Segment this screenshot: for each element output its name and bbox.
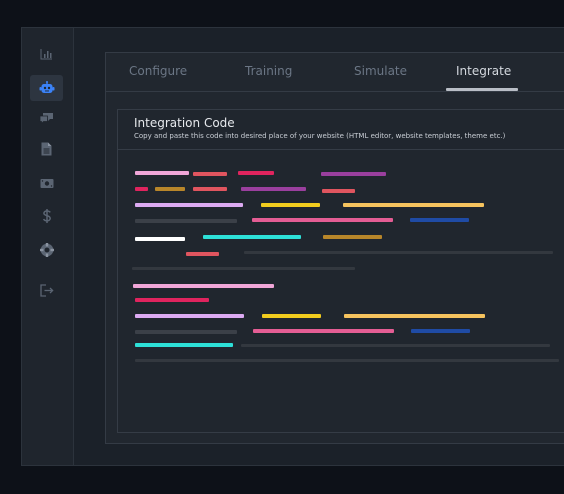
code-token [193, 172, 227, 176]
code-token [241, 344, 550, 347]
code-token [135, 219, 237, 223]
sidebar [22, 28, 74, 465]
code-token [155, 187, 185, 191]
lifebuoy-icon [39, 243, 54, 257]
sidebar-item-support[interactable] [30, 237, 63, 263]
integration-title: Integration Code [134, 116, 235, 130]
code-token [135, 343, 233, 347]
code-token [343, 203, 484, 207]
document-icon [41, 142, 52, 156]
code-token [261, 203, 320, 207]
sidebar-item-bots[interactable] [30, 75, 63, 101]
code-token [186, 252, 219, 256]
code-token [253, 329, 394, 333]
active-tab-indicator [446, 88, 518, 91]
integration-code-card: Integration Code Copy and paste this cod… [117, 109, 564, 433]
code-snippet-block[interactable] [118, 150, 564, 434]
sidebar-item-conversations[interactable] [30, 105, 63, 131]
code-token [135, 237, 185, 241]
code-token [135, 330, 237, 334]
code-token [411, 329, 470, 333]
code-token [203, 235, 301, 239]
code-token [135, 359, 559, 362]
tab-training[interactable]: Training [245, 64, 292, 78]
integration-subtitle: Copy and paste this code into desired pl… [134, 132, 506, 140]
bar-chart-icon [40, 49, 52, 60]
code-token [252, 218, 393, 222]
robot-icon [39, 81, 54, 93]
tab-simulate[interactable]: Simulate [354, 64, 407, 78]
code-token [410, 218, 469, 222]
sidebar-item-pricing[interactable] [30, 203, 63, 229]
code-token [132, 267, 355, 270]
sidebar-item-logout[interactable] [30, 277, 63, 303]
code-token [262, 314, 321, 318]
tab-configure[interactable]: Configure [129, 64, 187, 78]
sidebar-item-analytics[interactable] [30, 41, 63, 67]
code-token [344, 314, 485, 318]
integration-card-header: Integration Code Copy and paste this cod… [118, 110, 564, 150]
bot-settings-panel: Configure Training Simulate Integrate In… [105, 52, 564, 444]
logout-icon [39, 283, 54, 297]
tab-bar: Configure Training Simulate Integrate [106, 53, 564, 92]
chat-bubbles-icon [39, 113, 53, 124]
code-token [322, 189, 355, 193]
app-window: Configure Training Simulate Integrate In… [21, 27, 564, 466]
code-token [133, 284, 274, 288]
sidebar-item-billing[interactable] [30, 170, 63, 196]
code-token [321, 172, 386, 176]
code-token [244, 251, 553, 254]
code-token [135, 314, 244, 318]
tab-integrate[interactable]: Integrate [456, 64, 511, 78]
code-token [193, 187, 227, 191]
code-token [241, 187, 306, 191]
code-token [323, 235, 382, 239]
sidebar-item-documents[interactable] [30, 136, 63, 162]
money-icon [40, 178, 53, 188]
code-token [238, 171, 274, 175]
code-token [135, 171, 189, 175]
code-token [135, 187, 148, 191]
code-token [135, 203, 243, 207]
dollar-icon [42, 209, 51, 223]
code-token [135, 298, 209, 302]
